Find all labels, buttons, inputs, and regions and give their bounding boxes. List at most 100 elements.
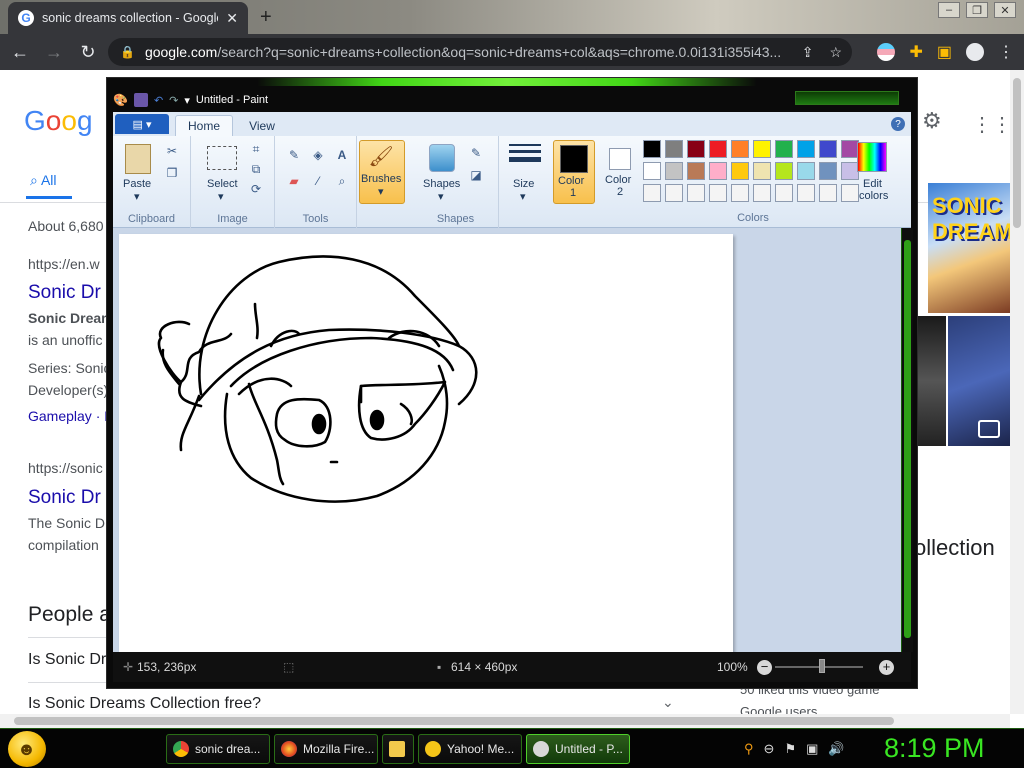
question-item[interactable]: Is Sonic Dreams Collection free? [28,695,261,713]
file-menu-button[interactable]: ▤ ▾ [115,114,169,134]
horizontal-scrollbar[interactable] [0,714,1010,728]
edit-colors-icon[interactable] [857,142,887,172]
minimize-icon[interactable]: – [938,2,960,18]
gallery-image[interactable] [948,316,1010,446]
redo-icon[interactable]: ↷ [169,94,178,107]
palette-swatch[interactable] [665,184,683,202]
bookmark-star-icon[interactable]: ☆ [829,44,842,61]
cut-icon[interactable]: ✂ [163,142,181,160]
zoom-slider-thumb[interactable] [819,659,825,673]
save-icon[interactable] [133,93,148,107]
paint-window-controls[interactable] [795,91,899,105]
paste-dropdown-icon[interactable]: ▾ [134,190,140,203]
zoom-out-button[interactable]: − [757,660,772,675]
palette-swatch[interactable] [753,140,771,158]
chrome-menu-icon[interactable]: ⋮ [998,42,1014,62]
resize-icon[interactable]: ⧉ [247,160,265,178]
account-avatar-icon[interactable] [966,43,984,61]
reload-icon[interactable]: ↻ [74,42,102,63]
close-window-icon[interactable]: ✕ [994,2,1016,18]
palette-swatch[interactable] [819,162,837,180]
chevron-down-icon[interactable]: ⌄ [662,694,674,711]
scrollbar-thumb[interactable] [904,240,911,638]
palette-swatch[interactable] [709,162,727,180]
undo-icon[interactable]: ↶ [154,94,163,107]
canvas-workspace[interactable] [113,228,901,652]
sonic-dreams-cover-image[interactable]: SONIC DREAMS [928,183,1024,313]
photo-gallery-icon[interactable] [978,420,1000,438]
settings-gear-icon[interactable]: ⚙ [922,108,942,134]
size-line-icon[interactable] [509,157,541,162]
color2-button[interactable]: Color 2 [601,140,639,204]
palette-swatch[interactable] [797,162,815,180]
eraser-icon[interactable]: ▰ [285,172,303,190]
share-icon[interactable]: ⇪ [802,44,814,61]
taskbar-item-yahoo[interactable]: Yahoo! Me... [418,734,522,764]
palette-swatch[interactable] [687,162,705,180]
magnifier-icon[interactable]: ⌕ [333,172,351,190]
tab-view[interactable]: View [237,115,287,136]
taskbar-item-firefox[interactable]: Mozilla Fire... [274,734,378,764]
copy-icon[interactable]: ❐ [163,164,181,182]
palette-swatch[interactable] [643,140,661,158]
result-url[interactable]: https://sonic [28,460,103,476]
fill-icon[interactable]: ◪ [467,166,485,184]
profile-flag-icon[interactable] [877,43,896,61]
size-dropdown-icon[interactable]: ▾ [520,190,526,203]
pencil-icon[interactable]: ✎ [285,146,303,164]
scrollbar-thumb[interactable] [1013,78,1021,228]
start-button[interactable]: ☻ [8,731,46,767]
edit-colors-button[interactable]: Edit [863,178,882,190]
select-button[interactable]: Select [207,178,238,190]
shapes-icon[interactable] [429,144,455,172]
palette-swatch[interactable] [753,184,771,202]
scrollbar-thumb[interactable] [14,717,894,725]
palette-swatch[interactable] [819,140,837,158]
drawing-canvas[interactable] [119,234,733,652]
taskbar-item-explorer[interactable] [382,734,414,764]
size-button[interactable]: Size [513,178,534,190]
result-title[interactable]: Sonic Dr [28,282,101,304]
shapes-dropdown-icon[interactable]: ▾ [438,190,444,203]
outline-icon[interactable]: ✎ [467,144,485,162]
help-icon[interactable]: ? [891,117,905,131]
tab-close-icon[interactable]: ✕ [226,10,238,27]
zoom-in-button[interactable]: + [879,660,894,675]
taskbar-item-paint[interactable]: Untitled - P... [526,734,630,764]
tab-all[interactable]: ⌕ All [30,172,57,189]
volume-icon[interactable]: 🔊 [828,741,844,757]
palette-swatch[interactable] [643,162,661,180]
size-line-icon[interactable] [509,144,541,146]
color1-button[interactable]: Color 1 [553,140,595,204]
back-arrow-icon[interactable]: ← [6,42,34,63]
palette-swatch[interactable] [687,140,705,158]
network-icon[interactable]: ▣ [806,741,818,757]
forward-arrow-icon[interactable]: → [40,42,68,63]
taskbar-item-chrome[interactable]: sonic drea... [166,734,270,764]
palette-swatch[interactable] [709,140,727,158]
palette-swatch[interactable] [731,184,749,202]
shapes-button[interactable]: Shapes [423,178,460,190]
palette-swatch[interactable] [753,162,771,180]
new-tab-button[interactable]: + [260,6,272,29]
paste-icon[interactable] [125,144,151,174]
palette-swatch[interactable] [665,140,683,158]
sidepanel-icon[interactable]: ▣ [937,42,952,62]
minus-circle-icon[interactable]: ⊖ [764,741,775,757]
rotate-icon[interactable]: ⟳ [247,180,265,198]
browser-tab[interactable]: G sonic dreams collection - Google ✕ [8,2,248,34]
tab-home[interactable]: Home [175,115,233,136]
palette-swatch[interactable] [775,184,793,202]
maximize-icon[interactable]: ❐ [966,2,988,18]
search-icon[interactable]: ⚲ [744,741,754,757]
palette-swatch[interactable] [643,184,661,202]
palette-swatch[interactable] [775,140,793,158]
question-item[interactable]: Is Sonic Dr [28,651,106,669]
canvas-scrollbar[interactable] [901,228,913,652]
palette-swatch[interactable] [797,184,815,202]
size-line-icon[interactable] [509,150,541,153]
address-bar[interactable]: 🔒 google.com/search?q=sonic+dreams+colle… [108,38,852,66]
page-scrollbar[interactable] [1010,70,1024,714]
palette-swatch[interactable] [665,162,683,180]
clock[interactable]: 8:19 PM [884,733,985,764]
